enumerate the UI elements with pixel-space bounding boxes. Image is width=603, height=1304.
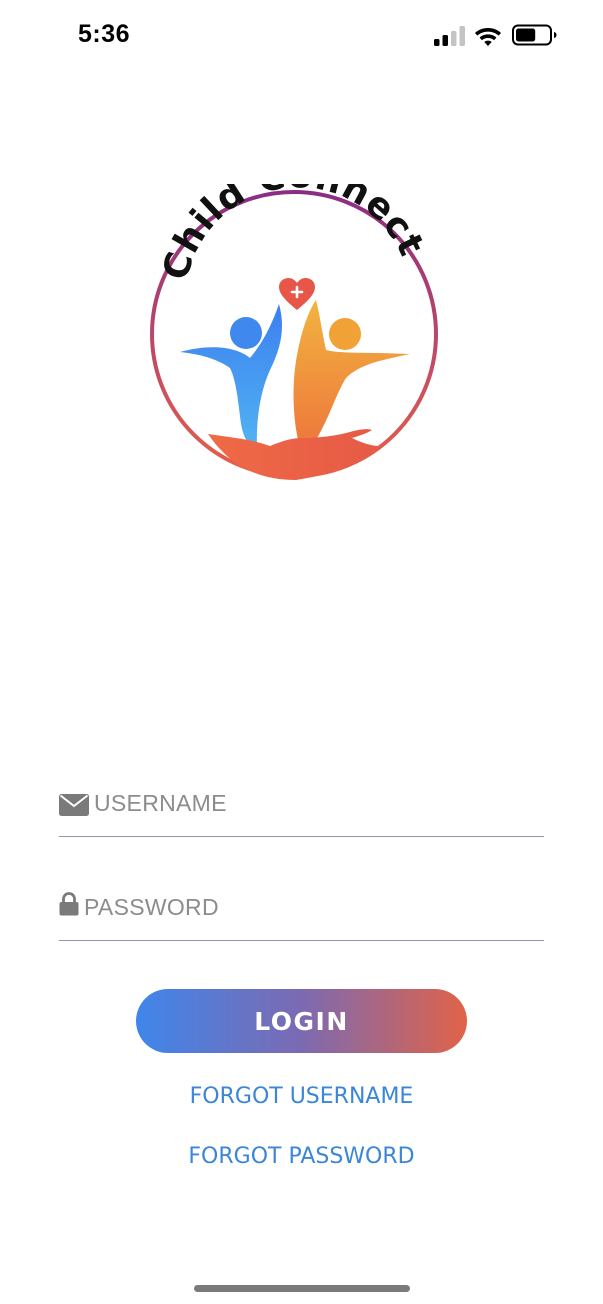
- status-bar: 5:36: [0, 0, 603, 72]
- forgot-password-link[interactable]: FORGOT PASSWORD: [0, 1144, 603, 1169]
- lock-icon: [59, 892, 79, 916]
- forgot-username-link[interactable]: FORGOT USERNAME: [0, 1084, 603, 1109]
- cellular-signal-icon: [434, 26, 465, 46]
- status-time: 5:36: [78, 20, 131, 48]
- home-indicator[interactable]: [194, 1285, 410, 1292]
- username-field[interactable]: [59, 780, 544, 837]
- login-button[interactable]: LOGIN: [136, 989, 467, 1053]
- battery-icon: [512, 24, 557, 46]
- envelope-icon: [59, 794, 89, 816]
- wifi-icon: [475, 28, 501, 46]
- password-input[interactable]: [84, 890, 504, 924]
- password-field[interactable]: [59, 884, 544, 941]
- username-input[interactable]: [94, 786, 514, 820]
- child-connect-logo: Child Connect: [150, 184, 438, 480]
